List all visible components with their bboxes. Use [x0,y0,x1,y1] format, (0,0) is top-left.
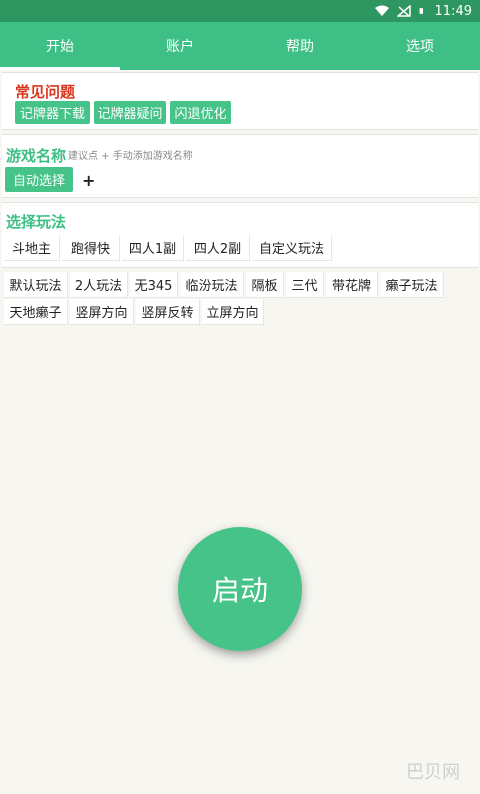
battery-icon [419,8,423,14]
game-name-hint: 建议点 + 手动添加游戏名称 [68,151,193,162]
faq-title: 常见问题 [15,83,76,101]
no-signal-icon [396,5,411,17]
crash-optimize-button[interactable]: 闪退优化 [170,101,231,124]
variant-flower-cards[interactable]: 带花牌 [326,272,378,298]
orientation-portrait[interactable]: 竖屏方向 [70,299,134,325]
watermark-text: 巴贝网 [406,762,460,783]
tab-account[interactable]: 账户 [120,22,240,70]
variant-default[interactable]: 默认玩法 [4,272,68,298]
variant-three-with[interactable]: 三代 [286,272,324,298]
faq-card: 常见问题 记牌器下载 记牌器疑问 闪退优化 [2,72,478,130]
start-button[interactable]: 启动 [178,527,302,651]
tab-start[interactable]: 开始 [0,22,120,70]
play-mode-card: 选择玩法 斗地主 跑得快 四人1副 四人2副 自定义玩法 [2,202,478,268]
wifi-icon [374,5,389,16]
tab-bar: 开始 账户 帮助 选项 [0,22,480,70]
variant-wildcard[interactable]: 癞子玩法 [380,272,444,298]
mode-four-two-decks[interactable]: 四人2副 [186,235,250,261]
variant-no-345[interactable]: 无345 [130,272,178,298]
variant-heaven-earth-wild[interactable]: 天地癞子 [4,299,68,325]
tracker-download-button[interactable]: 记牌器下载 [15,101,90,124]
variant-two-player[interactable]: 2人玩法 [70,272,128,298]
auto-select-button[interactable]: 自动选择 [5,167,73,192]
mode-four-one-deck[interactable]: 四人1副 [122,235,184,261]
clock: 11:49 [434,3,472,19]
game-name-card: 游戏名称 建议点 + 手动添加游戏名称 自动选择 + [2,134,478,198]
orientation-upright[interactable]: 立屏方向 [202,299,264,325]
tracker-questions-button[interactable]: 记牌器疑问 [94,101,166,124]
variant-linfen[interactable]: 临汾玩法 [180,272,244,298]
play-mode-title: 选择玩法 [6,213,67,231]
tab-options[interactable]: 选项 [360,22,480,70]
orientation-portrait-reversed[interactable]: 竖屏反转 [136,299,200,325]
tab-help[interactable]: 帮助 [240,22,360,70]
variant-partition[interactable]: 隔板 [246,272,284,298]
add-game-button[interactable]: + [82,171,95,190]
mode-custom[interactable]: 自定义玩法 [252,235,332,261]
mode-doudizhu[interactable]: 斗地主 [4,235,60,261]
status-bar: 11:49 [0,0,480,22]
mode-paodekuai[interactable]: 跑得快 [62,235,120,261]
game-name-title: 游戏名称 [6,147,67,165]
